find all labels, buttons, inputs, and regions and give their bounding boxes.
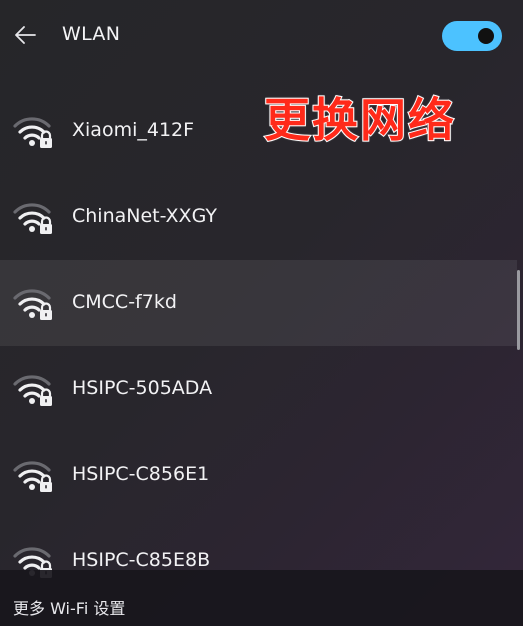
wifi-secured-icon <box>13 283 55 323</box>
wlan-header: WLAN <box>0 0 523 70</box>
more-wifi-settings-link[interactable]: 更多 Wi-Fi 设置 <box>13 595 125 619</box>
network-item[interactable]: HSIPC-C856E1 <box>0 432 517 518</box>
back-arrow-icon <box>15 26 36 44</box>
network-name: HSIPC-C85E8B <box>72 549 211 571</box>
wlan-toggle[interactable] <box>442 21 502 51</box>
wifi-secured-icon <box>13 197 55 237</box>
scrollbar[interactable] <box>517 270 520 350</box>
wifi-secured-icon <box>13 455 55 495</box>
network-name: CMCC-f7kd <box>72 291 177 313</box>
network-name: Xiaomi_412F <box>72 119 195 141</box>
wlan-panel: WLAN 更换网络 Xiaomi_412F ChinaNet-XXGY CMCC… <box>0 0 523 626</box>
network-name: HSIPC-C856E1 <box>72 463 210 485</box>
wifi-secured-icon <box>13 111 55 151</box>
network-item[interactable]: ChinaNet-XXGY <box>0 174 517 260</box>
footer: 更多 Wi-Fi 设置 <box>0 570 523 626</box>
network-list: Xiaomi_412F ChinaNet-XXGY CMCC-f7kd HSIP… <box>0 88 517 604</box>
network-item[interactable]: CMCC-f7kd <box>0 260 517 346</box>
network-name: ChinaNet-XXGY <box>72 205 217 227</box>
network-item[interactable]: HSIPC-505ADA <box>0 346 517 432</box>
toggle-knob <box>478 28 494 44</box>
network-name: HSIPC-505ADA <box>72 377 213 399</box>
back-button[interactable] <box>8 18 42 52</box>
network-item[interactable]: Xiaomi_412F <box>0 88 517 174</box>
wifi-secured-icon <box>13 369 55 409</box>
page-title: WLAN <box>62 23 121 45</box>
